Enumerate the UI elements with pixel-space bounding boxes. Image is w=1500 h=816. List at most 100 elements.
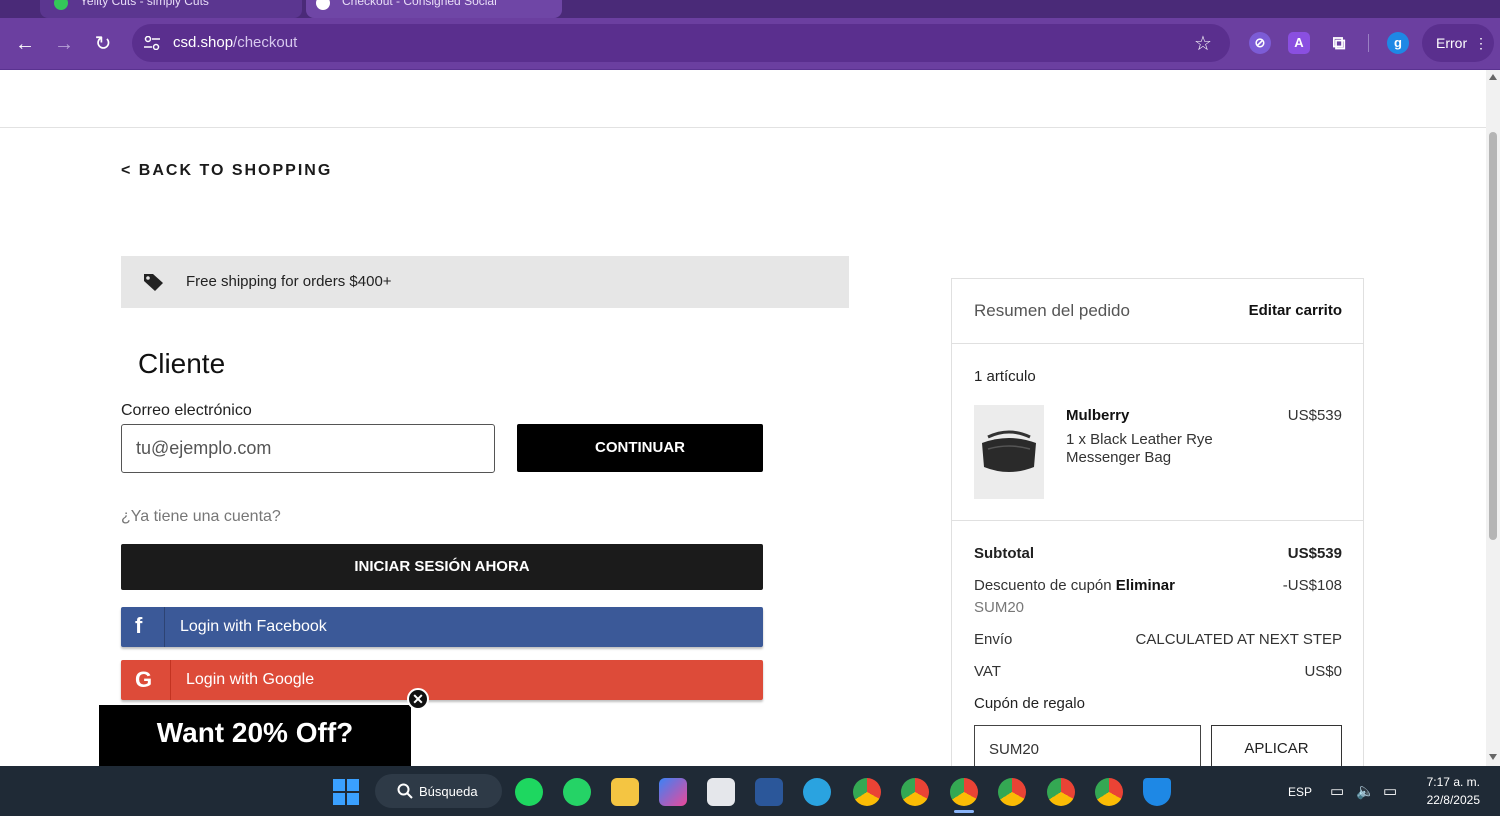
shipping-value: CALCULATED AT NEXT STEP: [1135, 631, 1342, 648]
google-icon: G: [135, 667, 153, 692]
battery-icon[interactable]: ▭: [1383, 782, 1397, 800]
security-shield-icon[interactable]: [1143, 778, 1171, 806]
clock-date[interactable]: 22/8/2025: [1427, 793, 1480, 807]
snipping-tool-icon[interactable]: [707, 778, 735, 806]
file-explorer-icon[interactable]: [611, 778, 639, 806]
error-label: Error: [1436, 35, 1468, 51]
extensions-puzzle-icon[interactable]: ⧉: [1328, 32, 1350, 54]
url-text: csd.shop/checkout: [173, 34, 297, 51]
active-app-indicator: [954, 810, 974, 813]
apply-coupon-button[interactable]: APLICAR: [1211, 725, 1342, 766]
profile-avatar[interactable]: g: [1387, 32, 1409, 54]
chrome-icon[interactable]: [1095, 778, 1123, 806]
chrome-icon[interactable]: [1047, 778, 1075, 806]
windows-start-icon[interactable]: [333, 779, 359, 805]
page-scrollbar[interactable]: [1486, 70, 1500, 766]
clock-time[interactable]: 7:17 a. m.: [1427, 775, 1480, 789]
chrome-icon[interactable]: [901, 778, 929, 806]
remove-coupon-link[interactable]: Eliminar: [1116, 577, 1175, 594]
word-icon[interactable]: [755, 778, 783, 806]
gift-coupon-label: Cupón de regalo: [974, 695, 1085, 712]
discount-label: Descuento de cupón: [974, 577, 1112, 594]
facebook-button-label: Login with Facebook: [180, 618, 327, 635]
whatsapp-icon[interactable]: [563, 778, 591, 806]
product-name: 1 x Black Leather Rye Messenger Bag: [1066, 431, 1213, 466]
continue-button[interactable]: CONTINUAR: [517, 424, 763, 472]
scroll-down-icon[interactable]: [1489, 754, 1497, 760]
promo-popup[interactable]: Want 20% Off?: [99, 705, 411, 766]
tab-favicon-icon: [316, 0, 330, 10]
subtotal-value: US$539: [1287, 545, 1342, 562]
browser-tab[interactable]: Yellty Cuts - simply Cuts: [40, 0, 302, 18]
gift-coupon-input[interactable]: [974, 725, 1201, 766]
email-field[interactable]: [121, 424, 495, 473]
free-shipping-text: Free shipping for orders $400+: [186, 273, 392, 290]
order-summary-title: Resumen del pedido: [974, 301, 1130, 320]
site-settings-icon[interactable]: [144, 36, 160, 50]
spotify-icon[interactable]: [515, 778, 543, 806]
telegram-icon[interactable]: [803, 778, 831, 806]
url-path: /checkout: [233, 34, 298, 51]
login-facebook-button[interactable]: f Login with Facebook: [121, 607, 763, 647]
customer-section-title: Cliente: [138, 348, 226, 379]
bookmark-star-icon[interactable]: ☆: [1194, 31, 1212, 56]
language-indicator[interactable]: ESP: [1288, 785, 1312, 799]
scroll-up-icon[interactable]: [1489, 74, 1497, 80]
edit-cart-link[interactable]: Editar carrito: [1249, 302, 1342, 319]
chrome-icon[interactable]: [998, 778, 1026, 806]
order-summary: Resumen del pedido Editar carrito 1 artí…: [951, 278, 1364, 766]
volume-icon[interactable]: 🔈: [1356, 782, 1375, 800]
login-google-button[interactable]: G Login with Google: [121, 660, 763, 700]
network-icon[interactable]: ▭: [1330, 782, 1344, 800]
discount-row: Descuento de cupón Eliminar: [974, 577, 1175, 594]
tab-title: Checkout - Consigned Social: [342, 0, 497, 8]
scroll-thumb[interactable]: [1489, 132, 1497, 540]
error-chip[interactable]: Error ⋮: [1422, 24, 1494, 62]
checkout-page: < BACK TO SHOPPING Free shipping for ord…: [0, 70, 1486, 766]
search-label: Búsqueda: [419, 784, 478, 799]
url-domain: csd.shop: [173, 34, 234, 51]
address-bar[interactable]: csd.shop/checkout ☆: [132, 24, 1230, 62]
has-account-text: ¿Ya tiene una cuenta?: [121, 508, 281, 525]
browser-toolbar: ← → ↻ csd.shop/checkout ☆ ⊘ A ⧉ g Error ⋮: [0, 18, 1500, 70]
header-divider: [0, 127, 1486, 128]
subtotal-label: Subtotal: [974, 545, 1034, 562]
windows-taskbar: Búsqueda ESP ▭ 🔈 ▭ 7:17 a. m. 22/8/2025: [0, 766, 1500, 816]
close-icon[interactable]: ✕: [407, 688, 429, 710]
summary-divider: [952, 343, 1363, 344]
extension-a-icon[interactable]: A: [1288, 32, 1310, 54]
copilot-icon[interactable]: [659, 778, 687, 806]
chrome-icon[interactable]: [950, 778, 978, 806]
menu-dots-icon[interactable]: ⋮: [1474, 24, 1488, 62]
tab-title: Yellty Cuts - simply Cuts: [80, 0, 209, 8]
item-count: 1 artículo: [974, 368, 1036, 385]
login-now-button[interactable]: INICIAR SESIÓN AHORA: [121, 544, 763, 590]
browser-tab-strip: Yellty Cuts - simply Cuts Checkout - Con…: [0, 0, 1500, 18]
extension-icon[interactable]: ⊘: [1249, 32, 1271, 54]
button-separator: [164, 607, 165, 647]
reload-icon[interactable]: ↻: [89, 30, 117, 58]
tab-favicon-icon: [54, 0, 68, 10]
forward-arrow-icon[interactable]: →: [50, 30, 78, 58]
chrome-icon[interactable]: [853, 778, 881, 806]
free-shipping-banner: Free shipping for orders $400+: [121, 256, 849, 308]
product-price: US$539: [1287, 407, 1342, 424]
toolbar-divider: [1368, 34, 1369, 52]
back-arrow-icon[interactable]: ←: [11, 30, 39, 58]
taskbar-search[interactable]: Búsqueda: [375, 774, 502, 808]
back-to-shopping-link[interactable]: < BACK TO SHOPPING: [121, 162, 332, 180]
promo-text: Want 20% Off?: [156, 717, 354, 748]
button-separator: [170, 660, 171, 700]
product-brand: Mulberry: [1066, 407, 1130, 424]
summary-divider: [952, 520, 1363, 521]
facebook-icon: f: [135, 613, 143, 638]
email-label: Correo electrónico: [121, 402, 252, 419]
vat-value: US$0: [1304, 663, 1342, 680]
product-image: [974, 405, 1044, 499]
coupon-code: SUM20: [974, 599, 1025, 616]
browser-tab-active[interactable]: Checkout - Consigned Social: [306, 0, 562, 18]
discount-value: -US$108: [1282, 577, 1342, 594]
search-icon: [397, 783, 413, 799]
shipping-label: Envío: [974, 631, 1013, 648]
vat-label: VAT: [974, 663, 1001, 680]
